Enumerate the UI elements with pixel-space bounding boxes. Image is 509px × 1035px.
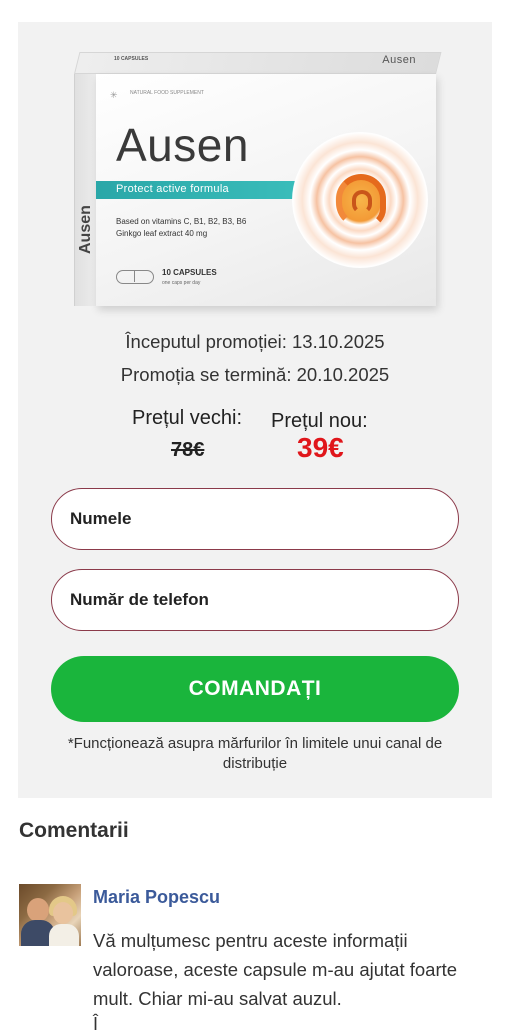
ear-inner-icon [352, 190, 372, 214]
product-tagline: Protect active formula [116, 183, 229, 195]
promo-start: Începutul promoției: 13.10.2025 [125, 331, 385, 352]
capsules-dosage: one caps per day [162, 280, 201, 286]
distribution-note: *Funcționează asupra mărfurilor în limit… [67, 735, 443, 772]
box-side-brand: Ausen [77, 205, 94, 254]
vitamins-line-2: Ginkgo leaf extract 40 mg [116, 229, 208, 238]
vitamins-line-1: Based on vitamins C, B1, B2, B3, B6 [116, 217, 247, 226]
box-top-label: 10 CAPSULES [114, 56, 149, 62]
comment-author[interactable]: Maria Popescu [93, 887, 220, 908]
next-comment-start: Î [93, 1014, 99, 1034]
leaf-icon: ✳ [110, 90, 118, 100]
order-button[interactable]: COMANDAȚI [51, 656, 459, 722]
box-top-brand: Ausen [382, 54, 416, 66]
new-price-label: Prețul nou: [271, 410, 368, 432]
capsules-info: 10 CAPSULES one caps per day [162, 268, 217, 288]
badge-text: NATURAL FOOD SUPPLEMENT [130, 90, 204, 96]
new-price: 39€ [297, 432, 344, 463]
box-side: Ausen [74, 74, 96, 306]
vitamins-text: Based on vitamins C, B1, B2, B3, B6 Gink… [116, 216, 286, 240]
order-card: 10 CAPSULES Ausen Ausen ✳ NATURAL FOOD S… [18, 22, 492, 798]
product-brand: Ausen [116, 119, 249, 171]
comments-title: Comentarii [19, 819, 129, 842]
capsules-count: 10 CAPSULES [162, 268, 217, 277]
promo-end: Promoția se termină: 20.10.2025 [120, 364, 390, 385]
name-input[interactable] [51, 488, 459, 550]
phone-input[interactable] [51, 569, 459, 631]
comment-text: Vă mulțumesc pentru aceste informații va… [93, 930, 458, 1009]
old-price: 78€ [171, 439, 205, 461]
old-price-label: Prețul vechi: [132, 407, 243, 429]
product-image: 10 CAPSULES Ausen Ausen ✳ NATURAL FOOD S… [74, 52, 442, 306]
capsule-icon [116, 270, 154, 284]
avatar [19, 884, 81, 946]
box-front: ✳ NATURAL FOOD SUPPLEMENT Ausen Protect … [96, 74, 436, 306]
